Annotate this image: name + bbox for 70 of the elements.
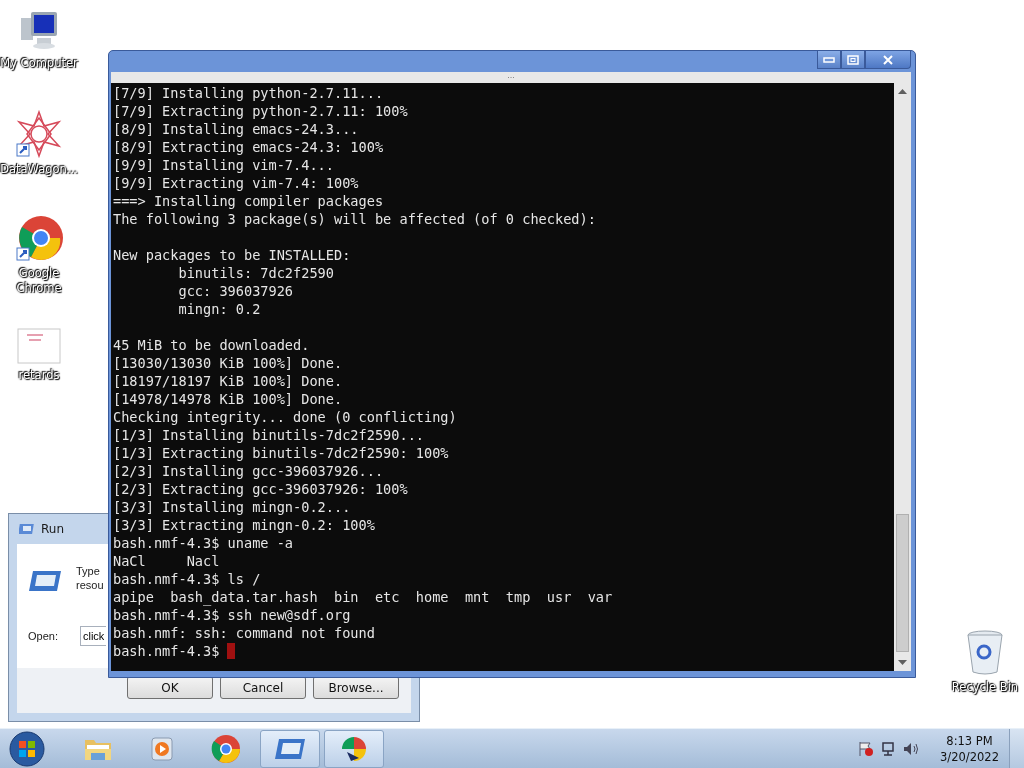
text-cursor [227,643,236,659]
dialog-button[interactable]: Browse... [313,676,399,699]
taskbar-app[interactable] [260,729,320,768]
terminal-line: [2/3] Installing gcc-396037926... [113,462,385,480]
terminal-line: [9/9] Installing vim-7.4... [113,156,335,174]
terminal-line: [2/3] Extracting gcc-396037926: 100% [113,480,409,498]
terminal-line: apipe bash_data.tar.hash bin etc home mnt tmp usr var [113,588,614,606]
dialog-button[interactable]: OK [127,676,213,699]
terminal-line: mingn: 0.2 [177,300,262,318]
open-label: Open: [28,629,58,644]
shell-prompt: bash.nmf-4.3$ [113,642,220,660]
desktop-icon-label: DataWagon... [0,162,78,177]
minimize-icon [823,56,835,63]
terminal-line: Checking integrity... done (0 conflicting) [113,408,458,426]
maximize-icon [847,54,859,65]
chrome-shortcut-icon[interactable] [15,214,63,262]
dialog-button[interactable]: Cancel [220,676,306,699]
terminal-line: [14978/14978 KiB 100%] Done. [113,390,344,408]
dialog-title: Run [41,522,64,536]
scroll-up-icon[interactable] [898,89,907,94]
desktop-icon-label: My Computer [0,56,78,71]
desktop-icon-label: Google Chrome [15,266,63,296]
terminal-line: [8/9] Installing emacs-24.3... [113,120,360,138]
run-icon [19,523,35,535]
resize-grip[interactable]: ... [507,72,515,83]
terminal-line: bash.nmf: ssh: command not found [113,624,376,642]
terminal-line: The following 3 package(s) will be affected (of 0 checked): [113,210,597,228]
terminal-line: ===> Installing compiler packages [113,192,385,210]
terminal-line: 45 MiB to be downloaded. [113,336,311,354]
scroll-down-icon[interactable] [898,660,907,665]
minimize-button[interactable] [817,51,841,69]
terminal-line: [18197/18197 KiB 100%] Done. [113,372,344,390]
terminal-line: [8/9] Extracting emacs-24.3: 100% [113,138,385,156]
terminal-line: bash.nmf-4.3$ ssh new@sdf.org [113,606,352,624]
terminal-line: [3/3] Installing mingn-0.2... [113,498,352,516]
desktop-icon-label: Recycle Bin [950,680,1020,695]
media-player-icon [149,735,175,762]
maximize-button[interactable] [841,51,865,69]
open-input[interactable]: click [79,626,106,646]
prompt-text: resou [76,578,104,592]
terminal-line: [7/9] Installing python-2.7.11... [113,84,385,102]
run-icon [28,570,62,592]
terminal-line: [9/9] Extracting vim-7.4: 100% [113,174,360,192]
start-button[interactable] [8,729,46,768]
terminal-line: [7/9] Extracting python-2.7.11: 100% [113,102,409,120]
terminal-line: [3/3] Extracting mingn-0.2: 100% [113,516,376,534]
chrome-icon [211,733,241,764]
desktop-icon-label: retards [17,368,61,383]
scroll-thumb[interactable] [896,514,909,652]
terminal-line: bash.nmf-4.3$ ls / [113,570,262,588]
terminal-line: bash.nmf-4.3$ uname -a [113,534,295,552]
clock-time[interactable]: 8:13 PM [946,732,993,749]
star-shortcut-icon[interactable] [15,110,63,158]
terminal-line: New packages to be INSTALLED: [113,246,352,264]
flag-icon[interactable] [858,740,875,757]
network-icon[interactable] [880,740,897,757]
terminal-line: gcc: 396037926 [177,282,295,300]
document-thumbnail-icon[interactable] [17,328,61,364]
prompt-text: Type [76,564,100,578]
terminal-line: [1/3] Extracting binutils-7dc2f2590: 100% [113,444,450,462]
terminal-line: [1/3] Installing binutils-7dc2f2590... [113,426,425,444]
close-icon [882,54,894,65]
recycle-bin-icon[interactable] [965,630,1005,676]
terminal-line: [13030/13030 KiB 100%] Done. [113,354,344,372]
taskbar-app[interactable] [324,729,384,768]
terminal-line: binutils: 7dc2f2590 [177,264,335,282]
run-icon [274,737,306,760]
terminal-line: NaCl Nacl [113,552,221,570]
clock-date[interactable]: 3/20/2022 [940,748,999,765]
close-button[interactable] [865,51,911,69]
